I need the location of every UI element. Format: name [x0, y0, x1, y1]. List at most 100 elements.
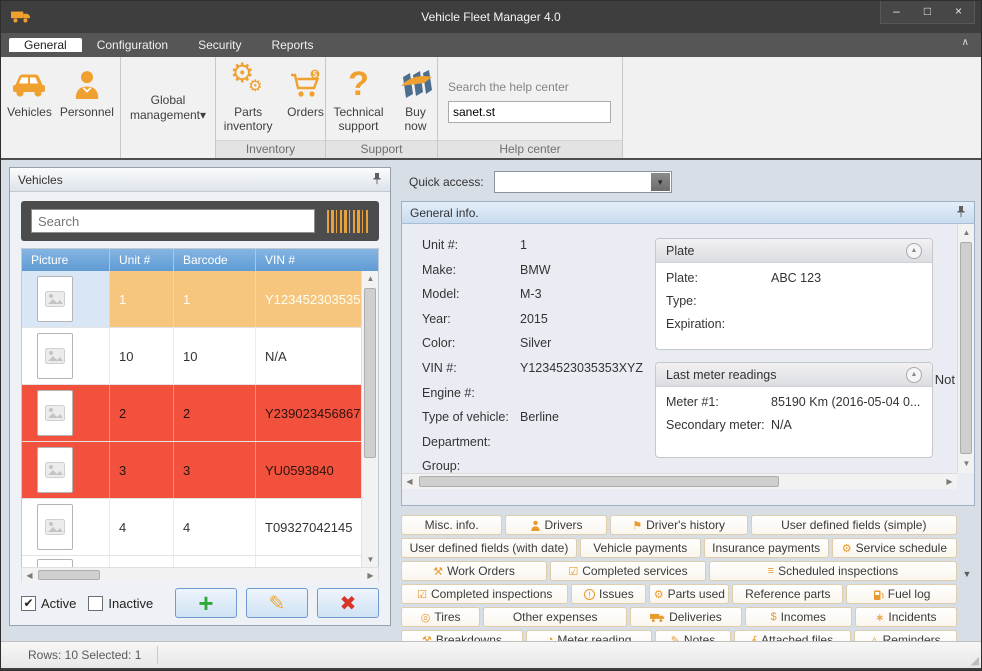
vehicles-vertical-scrollbar[interactable]: ▲ ▼: [361, 271, 378, 567]
detail-tab-parts-used[interactable]: ⚙Parts used: [649, 584, 729, 604]
unit-cell[interactable]: 3: [110, 442, 174, 498]
unit-cell[interactable]: [110, 556, 174, 567]
vehicle-row[interactable]: 11Y1234523035353XYZ: [22, 271, 361, 328]
vehicle-row[interactable]: 33YU0593840: [22, 442, 361, 499]
vin-cell[interactable]: N/A: [256, 328, 361, 384]
picture-placeholder-icon: [37, 559, 73, 568]
orders-button[interactable]: $ Orders: [283, 61, 328, 121]
menu-tab-configuration[interactable]: Configuration: [82, 38, 183, 52]
maximize-button[interactable]: □: [912, 1, 943, 23]
detail-tab-user-defined-fields-simple[interactable]: User defined fields (simple): [751, 515, 957, 535]
detail-tab-vehicle-payments[interactable]: Vehicle payments: [580, 538, 701, 558]
unit-cell[interactable]: 4: [110, 499, 174, 555]
vehicle-row[interactable]: 1010N/A: [22, 328, 361, 385]
active-checkbox[interactable]: ✔: [21, 596, 36, 611]
unit-cell[interactable]: 2: [110, 385, 174, 441]
collapse-panel-icon[interactable]: ▲: [906, 367, 922, 383]
personnel-button[interactable]: Personnel: [56, 61, 118, 121]
detail-tab-completed-services[interactable]: ☑Completed services: [550, 561, 706, 581]
scroll-left-icon[interactable]: ◀: [402, 474, 417, 489]
collapse-ribbon-icon[interactable]: ∧: [962, 37, 969, 48]
detail-tab-meter-reading[interactable]: ◔Meter reading: [526, 630, 653, 641]
vehicle-row[interactable]: [22, 556, 361, 567]
detail-tab-service-schedule[interactable]: ⚙Service schedule: [832, 538, 957, 558]
barcode-cell[interactable]: 10: [174, 328, 256, 384]
detail-tab-drivers[interactable]: Drivers: [505, 515, 606, 535]
detail-tab-attached-files[interactable]: ∮Attached files: [734, 630, 851, 641]
menu-tab-security[interactable]: Security: [183, 38, 256, 52]
menu-tab-reports[interactable]: Reports: [256, 38, 328, 52]
detail-tab-incidents[interactable]: ∗Incidents: [855, 607, 957, 627]
delete-vehicle-button[interactable]: ✖: [317, 588, 379, 618]
vehicle-row[interactable]: 22Y2390234568678: [22, 385, 361, 442]
detail-tab-issues[interactable]: !Issues: [571, 584, 646, 604]
general-info-horizontal-scrollbar[interactable]: ◀ ▶: [402, 473, 957, 489]
detail-tab-other-expenses[interactable]: Other expenses: [483, 607, 627, 627]
detail-tab-reminders[interactable]: △Reminders: [854, 630, 957, 641]
scroll-right-icon[interactable]: ▶: [942, 474, 957, 489]
detail-tab-reference-parts[interactable]: Reference parts: [732, 584, 843, 604]
scroll-down-icon[interactable]: ▼: [958, 457, 974, 471]
close-button[interactable]: ×: [943, 1, 974, 23]
detail-tab-deliveries[interactable]: Deliveries: [630, 607, 742, 627]
edit-vehicle-button[interactable]: ✎: [246, 588, 308, 618]
vehicle-search-input[interactable]: [31, 209, 315, 233]
detail-tab-completed-inspections[interactable]: ☑Completed inspections: [401, 584, 568, 604]
detail-tab-driver-s-history[interactable]: ⚑Driver's history: [610, 515, 748, 535]
vehicles-button[interactable]: Vehicles: [3, 61, 56, 121]
pin-icon[interactable]: [956, 205, 966, 221]
picture-placeholder-icon: [37, 276, 73, 322]
parts-inventory-button[interactable]: ⚙⚙ Parts inventory: [213, 61, 283, 135]
column-header-vin[interactable]: VIN #: [256, 249, 378, 271]
add-vehicle-button[interactable]: +: [175, 588, 237, 618]
detail-tab-scheduled-inspections[interactable]: ≡Scheduled inspections: [709, 561, 957, 581]
vin-cell[interactable]: [256, 556, 361, 567]
unit-cell[interactable]: 10: [110, 328, 174, 384]
resize-grip-icon[interactable]: ◢: [971, 654, 979, 667]
barcode-cell[interactable]: 4: [174, 499, 256, 555]
collapse-panel-icon[interactable]: ▲: [906, 243, 922, 259]
scroll-down-icon[interactable]: ▼: [362, 552, 379, 567]
title-bar: Vehicle Fleet Manager 4.0 – □ ×: [1, 1, 981, 33]
scroll-up-icon[interactable]: ▲: [362, 271, 379, 286]
buy-now-button[interactable]: Buy now: [393, 61, 439, 135]
vin-cell[interactable]: YU0593840: [256, 442, 361, 498]
minimize-button[interactable]: –: [881, 1, 912, 23]
barcode-cell[interactable]: [174, 556, 256, 567]
general-info-vertical-scrollbar[interactable]: ▲ ▼: [957, 224, 974, 473]
column-header-unit[interactable]: Unit #: [110, 249, 174, 271]
detail-tab-notes[interactable]: ✎Notes: [655, 630, 730, 641]
unit-cell[interactable]: 1: [110, 271, 174, 327]
tabs-scroll-down-icon[interactable]: ▼: [959, 567, 975, 581]
scroll-left-icon[interactable]: ◀: [22, 568, 37, 583]
global-management-button[interactable]: Global management▾: [125, 93, 211, 123]
scroll-up-icon[interactable]: ▲: [958, 226, 974, 240]
detail-tab-user-defined-fields-with-date[interactable]: User defined fields (with date): [401, 538, 577, 558]
barcode-icon[interactable]: [327, 210, 369, 233]
detail-tab-breakdowns[interactable]: ⚒Breakdowns: [401, 630, 523, 641]
vin-cell[interactable]: T09327042145: [256, 499, 361, 555]
detail-tab-insurance-payments[interactable]: Insurance payments: [704, 538, 829, 558]
technical-support-button[interactable]: ? Technical support: [325, 61, 393, 135]
detail-tab-misc-info[interactable]: Misc. info.: [401, 515, 502, 535]
help-search-input[interactable]: [448, 101, 611, 123]
detail-tab-incomes[interactable]: $Incomes: [745, 607, 852, 627]
menu-tab-general[interactable]: General: [9, 38, 82, 52]
vin-cell[interactable]: Y2390234568678: [256, 385, 361, 441]
barcode-cell[interactable]: 3: [174, 442, 256, 498]
inactive-checkbox[interactable]: [88, 596, 103, 611]
column-header-picture[interactable]: Picture: [22, 249, 110, 271]
vehicle-row[interactable]: 44T09327042145: [22, 499, 361, 556]
combo-dropdown-icon[interactable]: ▼: [651, 173, 670, 191]
detail-tab-fuel-log[interactable]: Fuel log: [846, 584, 957, 604]
detail-tab-tires[interactable]: ◎Tires: [401, 607, 480, 627]
vehicles-horizontal-scrollbar[interactable]: ◀ ▶: [21, 567, 379, 582]
vin-cell[interactable]: Y1234523035353XYZ: [256, 271, 361, 327]
barcode-cell[interactable]: 1: [174, 271, 256, 327]
barcode-cell[interactable]: 2: [174, 385, 256, 441]
quick-access-combobox[interactable]: ▼: [494, 171, 672, 193]
pin-icon[interactable]: [372, 172, 382, 188]
column-header-barcode[interactable]: Barcode: [174, 249, 256, 271]
scroll-right-icon[interactable]: ▶: [363, 568, 378, 583]
detail-tab-work-orders[interactable]: ⚒Work Orders: [401, 561, 547, 581]
